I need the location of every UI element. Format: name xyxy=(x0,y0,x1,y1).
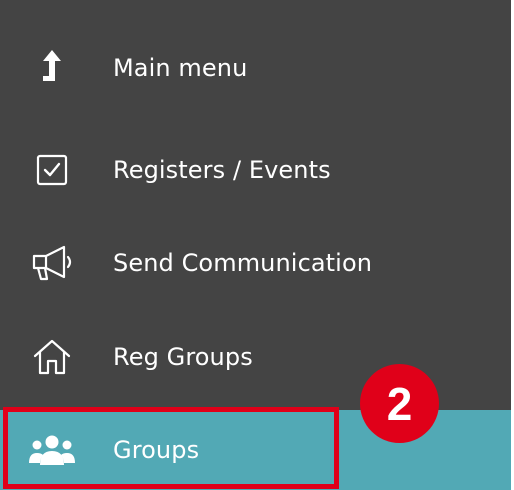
users-icon xyxy=(28,426,76,474)
menu-item-label: Main menu xyxy=(113,54,248,82)
checkbox-icon xyxy=(28,146,76,194)
menu-item-send-communication[interactable]: Send Communication xyxy=(0,233,511,293)
arrow-up-icon xyxy=(28,44,76,92)
side-menu: Main menu Registers / Events Send Commun… xyxy=(0,0,514,490)
menu-item-main-menu[interactable]: Main menu xyxy=(0,38,511,98)
menu-item-label: Groups xyxy=(113,436,200,464)
megaphone-icon xyxy=(28,239,76,287)
home-icon xyxy=(28,333,76,381)
menu-item-label: Registers / Events xyxy=(113,156,331,184)
menu-item-label: Reg Groups xyxy=(113,343,253,371)
menu-item-reg-groups[interactable]: Reg Groups xyxy=(0,327,511,387)
menu-item-registers-events[interactable]: Registers / Events xyxy=(0,140,511,200)
step-number-badge: 2 xyxy=(360,364,439,443)
menu-item-label: Send Communication xyxy=(113,249,373,277)
